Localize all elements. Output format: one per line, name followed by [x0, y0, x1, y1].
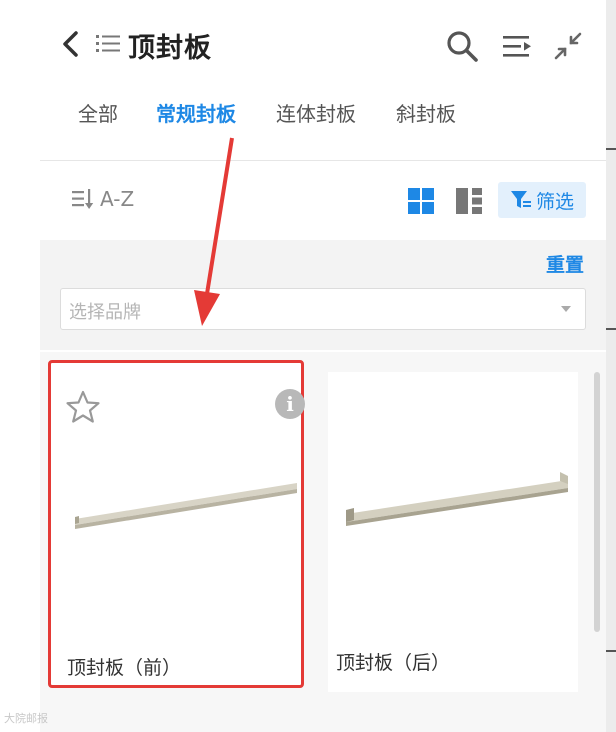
shrink-icon[interactable]	[552, 30, 584, 62]
page-title: 顶封板	[128, 33, 212, 64]
component-panel: 顶封板 全部 常规封板 连体封板 斜封板 A-Z 筛选 重置 选择品牌 i 顶封…	[40, 0, 606, 732]
product-grid: i 顶封板（前） 顶封板（后）	[40, 352, 606, 732]
tab-slant-panel[interactable]: 斜封板	[396, 98, 456, 127]
product-image	[346, 472, 568, 526]
product-card[interactable]: 顶封板（后）	[328, 372, 578, 692]
product-card[interactable]: i 顶封板（前）	[48, 360, 305, 688]
sort-button[interactable]: A-Z	[70, 186, 134, 212]
filter-label: 筛选	[535, 190, 574, 213]
back-icon[interactable]	[54, 26, 90, 62]
list-view-icon[interactable]	[454, 186, 484, 216]
sort-az-icon	[72, 189, 94, 209]
grid-view-icon[interactable]	[406, 186, 436, 216]
info-icon[interactable]: i	[275, 389, 305, 419]
right-edge	[606, 0, 616, 732]
search-icon[interactable]	[444, 28, 480, 64]
product-name: 顶封板（前）	[67, 657, 182, 679]
category-tabs: 全部 常规封板 连体封板 斜封板	[40, 98, 606, 138]
list-icon[interactable]	[94, 30, 122, 58]
star-icon[interactable]	[65, 389, 101, 425]
brand-select-placeholder: 选择品牌	[69, 302, 141, 323]
brand-select[interactable]: 选择品牌	[60, 288, 586, 330]
tab-all[interactable]: 全部	[78, 98, 118, 127]
sort-label: A-Z	[100, 187, 135, 211]
watermark: 大院邮报	[4, 712, 48, 725]
tab-connected-panel[interactable]: 连体封板	[276, 98, 356, 127]
panel-header: 顶封板	[40, 18, 606, 74]
chevron-down-icon	[561, 306, 571, 312]
scrollbar[interactable]	[594, 372, 600, 632]
tab-regular-panel[interactable]: 常规封板	[156, 98, 236, 127]
product-image	[75, 483, 297, 529]
filter-area: 重置 选择品牌	[40, 240, 606, 350]
tabs-divider	[40, 160, 606, 161]
filter-icon	[510, 191, 531, 208]
sort-lines-icon[interactable]	[500, 30, 534, 64]
filter-button[interactable]: 筛选	[498, 182, 586, 218]
product-name: 顶封板（后）	[336, 652, 451, 674]
left-background	[0, 0, 40, 732]
reset-button[interactable]: 重置	[546, 250, 584, 277]
